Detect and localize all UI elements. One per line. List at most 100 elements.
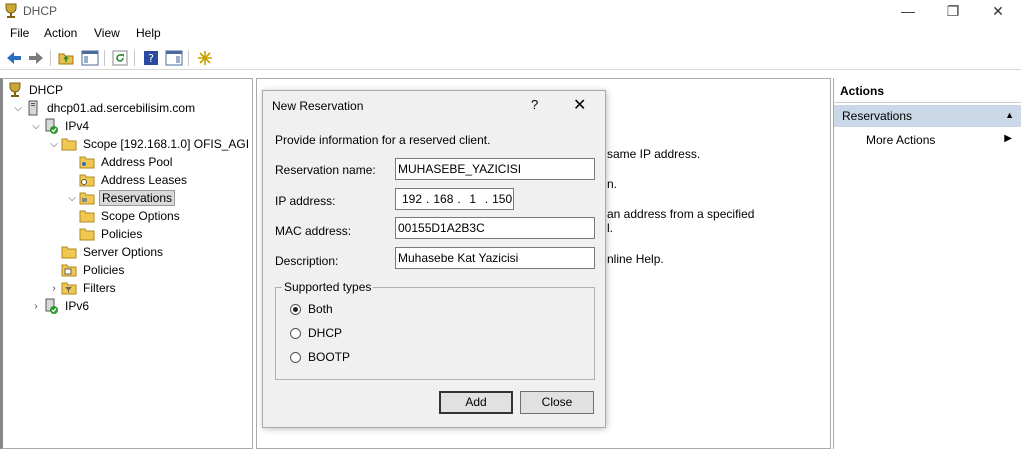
radio-label: Both (308, 302, 333, 316)
toolbar-separator (104, 50, 105, 66)
menu-help[interactable]: Help (136, 26, 161, 40)
tree-node-address-pool[interactable]: Address Pool (79, 153, 174, 171)
tree-node-policies[interactable]: Policies (61, 261, 126, 279)
radio-label: DHCP (308, 326, 343, 340)
radio-both[interactable]: Both (290, 302, 333, 316)
ipv4-check-icon (43, 118, 59, 134)
tree-node-ipv6[interactable]: › IPv6 (29, 297, 91, 315)
tree-node-address-leases[interactable]: Address Leases (79, 171, 189, 189)
actions-header: Actions (834, 81, 1021, 103)
tree-label: dhcp01.ad.sercebilisim.com (47, 101, 196, 115)
tree-node-filters[interactable]: › Filters (47, 279, 118, 297)
description-input[interactable] (395, 247, 595, 269)
show-hide-tree-icon[interactable] (80, 48, 100, 68)
tree-node-scope[interactable]: ⌵ Scope [192.168.1.0] OFIS_AGI (47, 135, 251, 153)
new-star-icon[interactable] (195, 48, 215, 68)
chevron-right-icon[interactable]: › (29, 301, 43, 312)
ip-address-input[interactable]: 192. 168. 1. 150 (395, 188, 514, 210)
folder-icon (79, 208, 95, 224)
dialog-help-button[interactable]: ? (531, 97, 538, 112)
ip-octet-3[interactable]: 1 (465, 192, 481, 206)
ip-address-label: IP address: (275, 194, 336, 208)
tree-label: Policies (83, 263, 125, 277)
reservation-name-input[interactable] (395, 158, 595, 180)
more-actions-item[interactable]: More Actions ▶ (834, 130, 1021, 150)
tree-node-server[interactable]: ⌵ dhcp01.ad.sercebilisim.com (11, 99, 197, 117)
collapse-up-icon[interactable]: ▲ (1005, 110, 1014, 120)
radio-selected-icon[interactable] (290, 303, 301, 315)
tree-node-ipv4[interactable]: ⌵ IPv4 (29, 117, 91, 135)
title-bar: DHCP — ❐ ✕ (0, 0, 1021, 22)
tree-node-server-options[interactable]: Server Options (61, 243, 165, 261)
supported-types-group: Supported types Both DHCP BOOTP (275, 280, 595, 380)
toolbar-separator (50, 50, 51, 66)
address-leases-icon (79, 172, 95, 188)
menu-action[interactable]: Action (44, 26, 77, 40)
tree-label: Policies (101, 227, 143, 241)
add-button[interactable]: Add (439, 391, 513, 414)
folder-icon (79, 226, 95, 242)
folder-icon (61, 136, 77, 152)
help-text-line: an address from a specified (607, 207, 755, 221)
tree-label: Filters (83, 281, 116, 295)
ip-octet-1[interactable]: 192 (402, 192, 422, 206)
new-reservation-dialog: New Reservation ? ✕ Provide information … (262, 90, 606, 428)
actions-pane: Actions Reservations ▲ More Actions ▶ (833, 78, 1021, 449)
svg-text:?: ? (148, 52, 154, 65)
mac-address-input[interactable] (395, 217, 595, 239)
policies-icon (61, 262, 77, 278)
maximize-button[interactable]: ❐ (938, 2, 968, 20)
toolbar-separator (134, 50, 135, 66)
radio-dhcp[interactable]: DHCP (290, 326, 342, 340)
forward-icon[interactable] (26, 48, 46, 68)
reservation-name-label: Reservation name: (275, 163, 376, 177)
chevron-down-icon[interactable]: ⌵ (65, 193, 79, 204)
tree-label: Reservations (99, 190, 176, 206)
menu-bar: File Action View Help (0, 24, 1021, 44)
tree-label: DHCP (29, 83, 64, 97)
help-icon[interactable]: ? (141, 48, 161, 68)
back-icon[interactable] (4, 48, 24, 68)
toolbar-separator (188, 50, 189, 66)
section-label: Reservations (842, 109, 913, 123)
folder-icon (61, 244, 77, 260)
ipv6-check-icon (43, 298, 59, 314)
tree-label: Scope [192.168.1.0] OFIS_AGI (83, 137, 250, 151)
menu-file[interactable]: File (10, 26, 29, 40)
tree-node-dhcp[interactable]: DHCP (7, 81, 65, 99)
chevron-down-icon[interactable]: ⌵ (11, 103, 25, 114)
chevron-down-icon[interactable]: ⌵ (29, 121, 43, 132)
description-label: Description: (275, 254, 339, 268)
reservations-icon (79, 190, 95, 206)
radio-unselected-icon[interactable] (290, 327, 301, 339)
close-window-button[interactable]: ✕ (983, 2, 1013, 20)
ip-octet-2[interactable]: 168 (433, 192, 453, 206)
supported-types-title: Supported types (282, 280, 374, 294)
chevron-right-icon[interactable]: › (47, 283, 61, 294)
tree-label: IPv4 (65, 119, 90, 133)
radio-bootp[interactable]: BOOTP (290, 350, 350, 364)
dialog-close-button[interactable]: ✕ (573, 95, 586, 115)
tree-node-scope-policies[interactable]: Policies (79, 225, 144, 243)
chevron-down-icon[interactable]: ⌵ (47, 139, 61, 150)
submenu-arrow-icon: ▶ (1004, 133, 1012, 144)
up-folder-icon[interactable] (56, 48, 76, 68)
close-button[interactable]: Close (520, 391, 594, 414)
address-pool-icon (79, 154, 95, 170)
tree-node-scope-options[interactable]: Scope Options (79, 207, 182, 225)
tree-node-reservations[interactable]: ⌵ Reservations (65, 189, 176, 207)
help-text-line: n. (607, 177, 618, 191)
show-hide-action-pane-icon[interactable] (164, 48, 184, 68)
refresh-icon[interactable] (110, 48, 130, 68)
radio-unselected-icon[interactable] (290, 351, 301, 363)
tree-label: IPv6 (65, 299, 90, 313)
help-text-line: same IP address. (607, 147, 701, 161)
minimize-button[interactable]: — (893, 2, 923, 20)
dialog-title: New Reservation (272, 99, 364, 113)
intro-text: Provide information for a reserved clien… (275, 133, 491, 147)
ip-octet-4[interactable]: 150 (492, 192, 512, 206)
console-tree: DHCP ⌵ dhcp01.ad.sercebilisim.com ⌵ IPv4… (0, 78, 253, 449)
actions-section-reservations[interactable]: Reservations ▲ (834, 105, 1021, 127)
toolbar: ? (0, 46, 1021, 70)
menu-view[interactable]: View (94, 26, 120, 40)
